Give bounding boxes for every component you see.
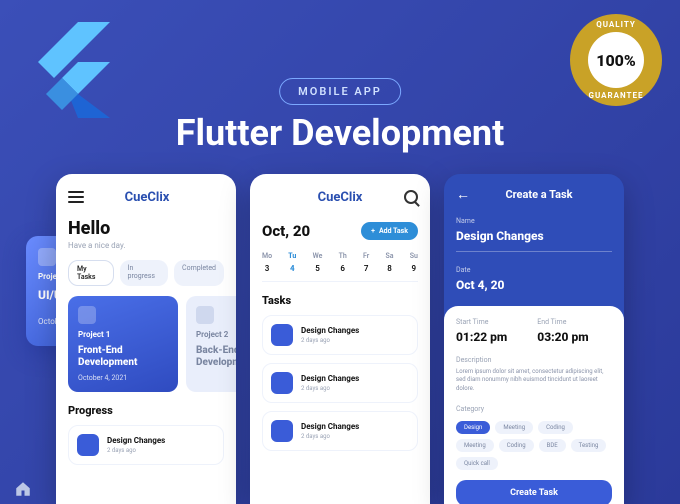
description-text[interactable]: Lorem ipsum dolor sit amet, consectetur …: [456, 368, 612, 393]
tab-in-progress[interactable]: In progress: [120, 260, 168, 286]
end-time-label: End Time: [537, 318, 588, 326]
home-indicator-icon: [14, 480, 32, 498]
date-value[interactable]: Oct 4, 20: [456, 278, 612, 292]
project-card-1[interactable]: Project 1 Front-End Development October …: [68, 296, 178, 392]
tab-completed[interactable]: Completed: [174, 260, 224, 286]
phone-screen-create-task: ← Create a Task Name Design Changes Date…: [444, 174, 624, 504]
flutter-logo-icon: [30, 20, 110, 120]
day-fr[interactable]: Fr7: [363, 252, 369, 273]
menu-icon[interactable]: [68, 191, 84, 203]
task-tabs: My Tasks In progress Completed: [68, 260, 224, 286]
category-chip[interactable]: BDE: [539, 439, 566, 452]
mobile-app-pill: MOBILE APP: [279, 78, 401, 105]
task-item[interactable]: Design Changes2 days ago: [262, 363, 418, 403]
greeting-subtitle: Have a nice day.: [68, 241, 224, 250]
back-arrow-icon[interactable]: ←: [456, 186, 470, 203]
name-label: Name: [456, 217, 612, 225]
project-card-2[interactable]: Project 2 Back-End Development: [186, 296, 236, 392]
day-mo[interactable]: Mo3: [262, 252, 272, 273]
greeting-title: Hello: [68, 218, 224, 239]
start-time-value[interactable]: 01:22 pm: [456, 330, 507, 344]
category-chip[interactable]: Meeting: [456, 439, 494, 452]
tasks-section-title: Tasks: [262, 294, 418, 307]
task-item[interactable]: Design Changes2 days ago: [262, 411, 418, 451]
hero-title: Flutter Development: [176, 112, 505, 154]
day-th[interactable]: Th6: [339, 252, 347, 273]
category-chip[interactable]: Coding: [538, 421, 573, 434]
name-value[interactable]: Design Changes: [456, 229, 612, 243]
brand-logo: CueClix: [318, 190, 363, 205]
task-icon: [271, 372, 293, 394]
screen-title: Create a Task: [480, 188, 598, 201]
date-label: Date: [456, 266, 612, 274]
quality-guarantee-badge: QUALITY 100% GUARANTEE: [570, 14, 662, 106]
project-icon: [196, 306, 214, 324]
category-chip[interactable]: Coding: [499, 439, 534, 452]
tab-my-tasks[interactable]: My Tasks: [68, 260, 114, 286]
task-icon: [271, 420, 293, 442]
task-icon: [271, 324, 293, 346]
task-item[interactable]: Design Changes2 days ago: [262, 315, 418, 355]
project-icon: [78, 306, 96, 324]
phone-screen-home: CueClix Hello Have a nice day. My Tasks …: [56, 174, 236, 504]
progress-item[interactable]: Design Changes 2 days ago: [68, 425, 224, 465]
category-chip[interactable]: Testing: [571, 439, 607, 452]
progress-section-title: Progress: [68, 404, 224, 417]
brand-logo: CueClix: [125, 190, 170, 205]
category-chip[interactable]: Meeting: [495, 421, 533, 434]
day-su[interactable]: Su9: [410, 252, 418, 273]
day-we[interactable]: We5: [313, 252, 323, 273]
start-time-label: Start Time: [456, 318, 507, 326]
current-date: Oct, 20: [262, 222, 310, 240]
task-icon: [77, 434, 99, 456]
add-task-button[interactable]: +Add Task: [361, 222, 418, 240]
day-tu[interactable]: Tu4: [288, 252, 296, 273]
end-time-value[interactable]: 03:20 pm: [537, 330, 588, 344]
week-selector: Mo3 Tu4 We5 Th6 Fr7 Sa8 Su9: [262, 252, 418, 282]
search-icon[interactable]: [404, 190, 418, 204]
category-label: Category: [456, 405, 612, 413]
description-label: Description: [456, 356, 612, 364]
category-chip[interactable]: Quick call: [456, 457, 498, 470]
phone-screen-calendar: CueClix Oct, 20 +Add Task Mo3 Tu4 We5 Th…: [250, 174, 430, 504]
category-chip[interactable]: Design: [456, 421, 490, 434]
day-sa[interactable]: Sa8: [386, 252, 394, 273]
create-task-button[interactable]: Create Task: [456, 480, 612, 504]
